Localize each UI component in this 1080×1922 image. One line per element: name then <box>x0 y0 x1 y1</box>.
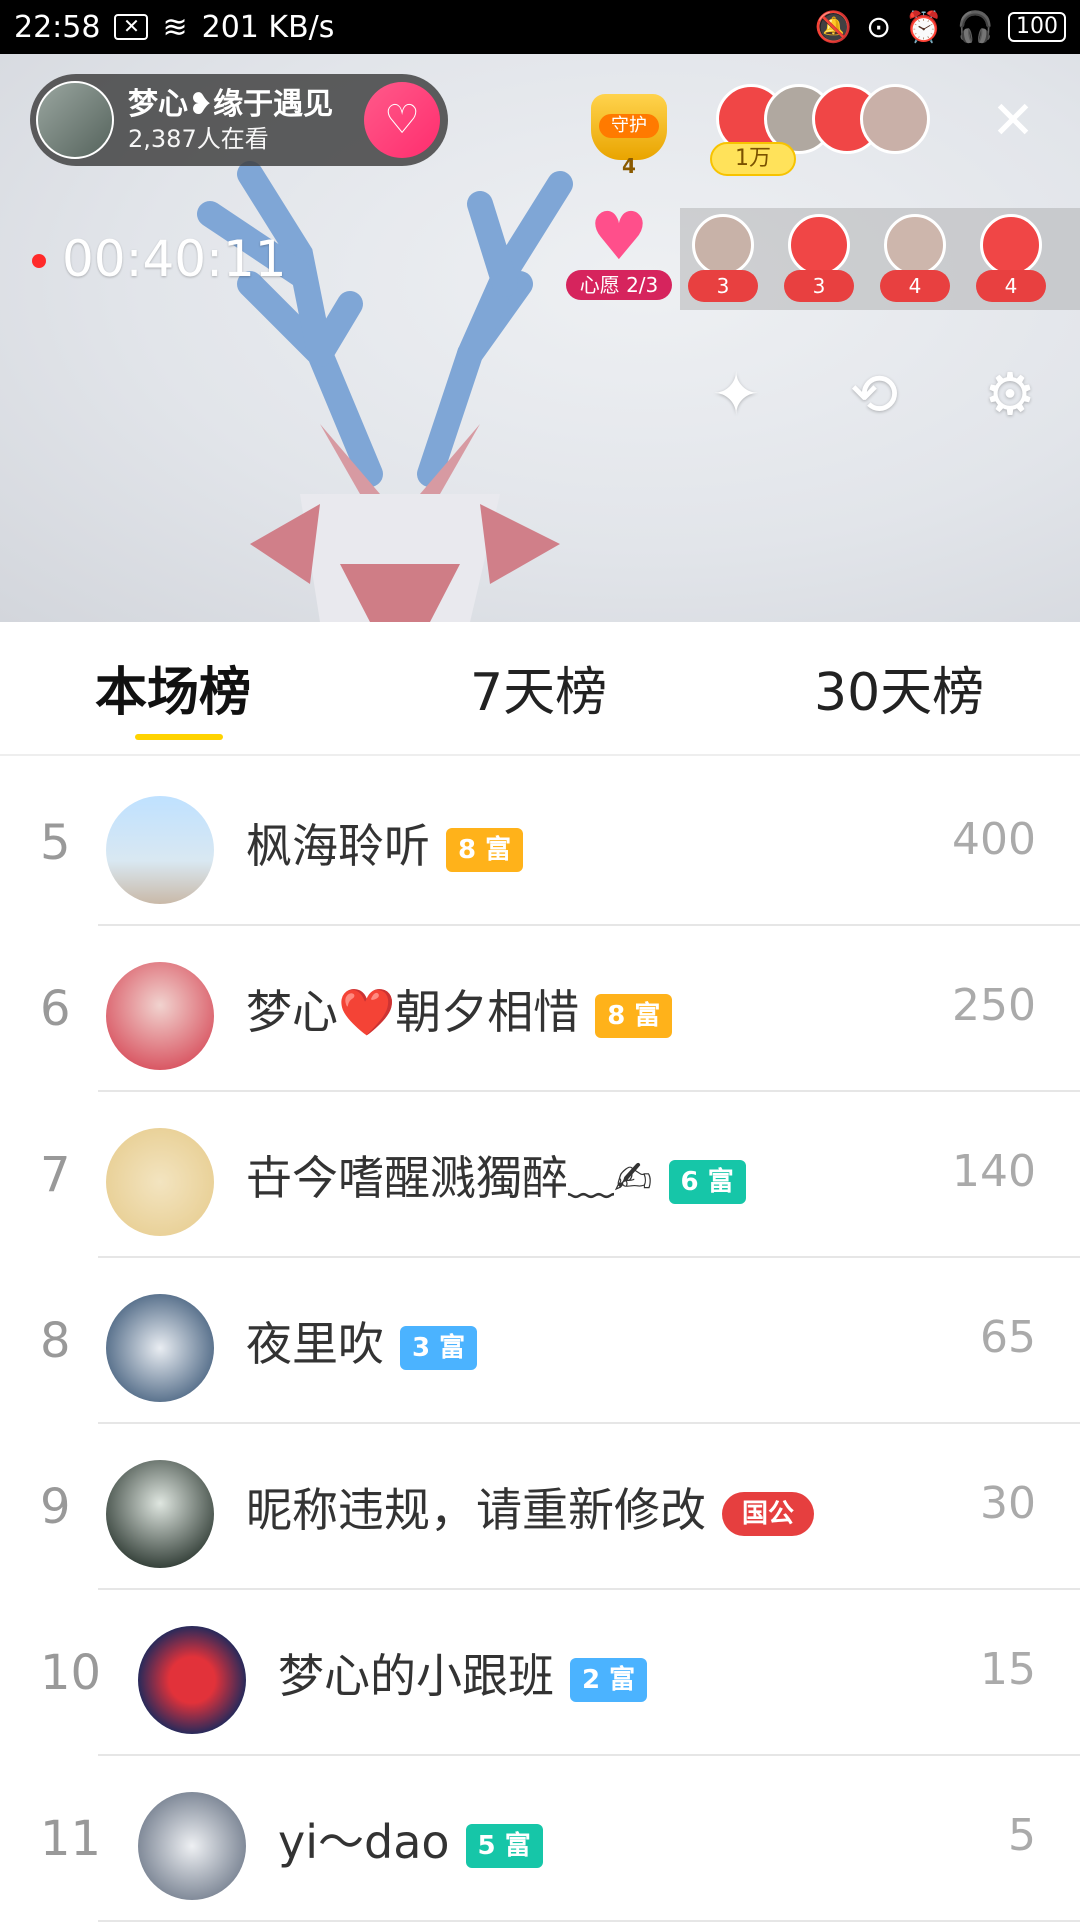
user-name: 梦心❤️朝夕相惜 8 富 <box>246 976 673 1042</box>
anchor-name: 梦心❥缘于遇见 <box>128 87 334 122</box>
score: 250 <box>952 980 1036 1031</box>
heart-face-icon: ♥ <box>589 198 649 275</box>
rank-number: 7 <box>40 1147 71 1203</box>
gift-user[interactable]: 3 <box>688 214 758 310</box>
list-item[interactable]: 6 梦心❤️朝夕相惜 8 富 250 <box>0 926 1080 1092</box>
avatar[interactable] <box>106 962 214 1070</box>
rank-number: 10 <box>40 1645 102 1701</box>
status-time: 22:58 <box>14 9 101 45</box>
rank-number: 11 <box>40 1811 102 1867</box>
avatar[interactable] <box>106 1460 214 1568</box>
gift-user-avatar <box>692 214 754 276</box>
alarm-icon: ⏰ <box>905 9 943 45</box>
wealth-badge: 6 富 <box>668 1159 746 1204</box>
avatar[interactable] <box>138 1792 246 1900</box>
gear-icon[interactable]: ⚙ <box>970 354 1050 434</box>
score: 65 <box>980 1312 1036 1363</box>
user-name-text: 梦心的小跟班 <box>278 1649 554 1703</box>
guard-count: 4 <box>622 154 636 178</box>
rank-number: 6 <box>40 981 71 1037</box>
user-name-text: 梦心❤️朝夕相惜 <box>246 985 580 1039</box>
gift-user[interactable]: 3 <box>784 214 854 310</box>
gift-count: 3 <box>784 270 854 302</box>
user-name-text: 昵称违规，请重新修改 <box>246 1483 706 1537</box>
user-name: 枫海聆听 8 富 <box>246 810 524 876</box>
gift-count: 4 <box>976 270 1046 302</box>
gift-user-avatar <box>884 214 946 276</box>
gift-user[interactable]: 4 <box>880 214 950 310</box>
recording-dot-icon <box>32 254 46 268</box>
wealth-badge: 5 富 <box>465 1823 543 1868</box>
score: 400 <box>952 814 1036 865</box>
notification-icon: ✕ <box>114 14 149 40</box>
headphones-icon: 🎧 <box>956 9 994 45</box>
list-item[interactable]: 10 梦心的小跟班 2 富 15 <box>0 1590 1080 1756</box>
list-item[interactable]: 11 yi～dao 5 富 5 <box>0 1756 1080 1922</box>
follow-button[interactable]: ♡ <box>364 82 440 158</box>
user-name: yi～dao 5 富 <box>278 1806 543 1872</box>
list-item[interactable]: 5 枫海聆听 8 富 400 <box>0 760 1080 926</box>
user-name-text: yi～dao <box>278 1815 450 1869</box>
wifi-icon: ≋ <box>162 9 188 45</box>
ranking-tabs: 本场榜 7天榜 30天榜 <box>0 622 1080 756</box>
gift-rank-strip: 3 3 4 4 <box>680 208 1080 310</box>
network-speed: 201 KB/s <box>201 9 335 45</box>
top-viewer-badge: 1万 <box>710 142 796 176</box>
camera-flip-icon[interactable]: ⟲ <box>834 354 914 434</box>
wish-progress: 心愿 2/3 <box>566 270 672 300</box>
user-name: 昵称违规，请重新修改 国公 <box>246 1474 815 1540</box>
tab-7-days[interactable]: 7天榜 <box>470 650 607 725</box>
avatar[interactable] <box>106 796 214 904</box>
user-name: 梦心的小跟班 2 富 <box>278 1640 648 1706</box>
active-tab-indicator <box>135 734 223 740</box>
close-icon[interactable]: ✕ <box>986 94 1040 148</box>
gift-user[interactable]: 4 <box>976 214 1046 310</box>
noble-badge: 国公 <box>722 1491 815 1536</box>
user-name: 夜里吹 3 富 <box>246 1308 478 1374</box>
battery-indicator: 100 <box>1008 12 1066 42</box>
heart-plus-icon: ♡ <box>384 97 420 143</box>
score: 5 <box>1008 1810 1036 1861</box>
user-name: 卋今嗜醒溅獨醉﹏✍ 6 富 <box>246 1142 746 1208</box>
wish-widget[interactable]: ♥ 心愿 2/3 <box>566 204 672 314</box>
rank-number: 5 <box>40 815 71 871</box>
lock-rotation-icon: ⊙ <box>866 9 892 45</box>
tab-current-session[interactable]: 本场榜 <box>95 650 251 725</box>
wealth-badge: 3 富 <box>400 1325 478 1370</box>
score: 140 <box>952 1146 1036 1197</box>
user-name-text: 枫海聆听 <box>246 819 430 873</box>
user-name-text: 卋今嗜醒溅獨醉﹏✍ <box>246 1151 653 1205</box>
rank-number: 9 <box>40 1479 71 1535</box>
gift-count: 4 <box>880 270 950 302</box>
avatar[interactable] <box>106 1128 214 1236</box>
tab-30-days[interactable]: 30天榜 <box>814 650 984 725</box>
viewer-count: 2,387人在看 <box>128 125 269 153</box>
wealth-badge: 8 富 <box>446 827 524 872</box>
avatar[interactable] <box>106 1294 214 1402</box>
score: 15 <box>980 1644 1036 1695</box>
guard-label: 守护 <box>599 114 659 138</box>
status-bar: 22:58 ✕ ≋ 201 KB/s 🔕 ⊙ ⏰ 🎧 100 <box>0 0 1080 54</box>
wealth-badge: 2 富 <box>570 1657 648 1702</box>
guard-badge[interactable]: 守护 4 <box>585 84 673 178</box>
live-video-area[interactable]: 梦心❥缘于遇见 2,387人在看 ♡ 守护 4 1万 ✕ 00:40:11 ♥ … <box>0 54 1080 622</box>
magic-wand-icon[interactable]: ✦ <box>696 354 776 434</box>
ranking-list: 5 枫海聆听 8 富 400 6 梦心❤️朝夕相惜 8 富 250 7 卋今嗜醒溅獨… <box>0 760 1080 1922</box>
list-item[interactable]: 9 昵称违规，请重新修改 国公 30 <box>0 1424 1080 1590</box>
anchor-info-card[interactable]: 梦心❥缘于遇见 2,387人在看 ♡ <box>30 74 448 166</box>
rank-number: 8 <box>40 1313 71 1369</box>
user-name-text: 夜里吹 <box>246 1317 384 1371</box>
list-item[interactable]: 8 夜里吹 3 富 65 <box>0 1258 1080 1424</box>
avatar[interactable] <box>138 1626 246 1734</box>
gift-user-avatar <box>980 214 1042 276</box>
anchor-avatar[interactable] <box>36 81 114 159</box>
score: 30 <box>980 1478 1036 1529</box>
live-timer: 00:40:11 <box>62 230 287 288</box>
gift-count: 3 <box>688 270 758 302</box>
list-item[interactable]: 7 卋今嗜醒溅獨醉﹏✍ 6 富 140 <box>0 1092 1080 1258</box>
gift-user-avatar <box>788 214 850 276</box>
viewer-avatar[interactable] <box>860 84 930 154</box>
mute-bell-icon: 🔕 <box>814 9 853 45</box>
wealth-badge: 8 富 <box>595 993 673 1038</box>
